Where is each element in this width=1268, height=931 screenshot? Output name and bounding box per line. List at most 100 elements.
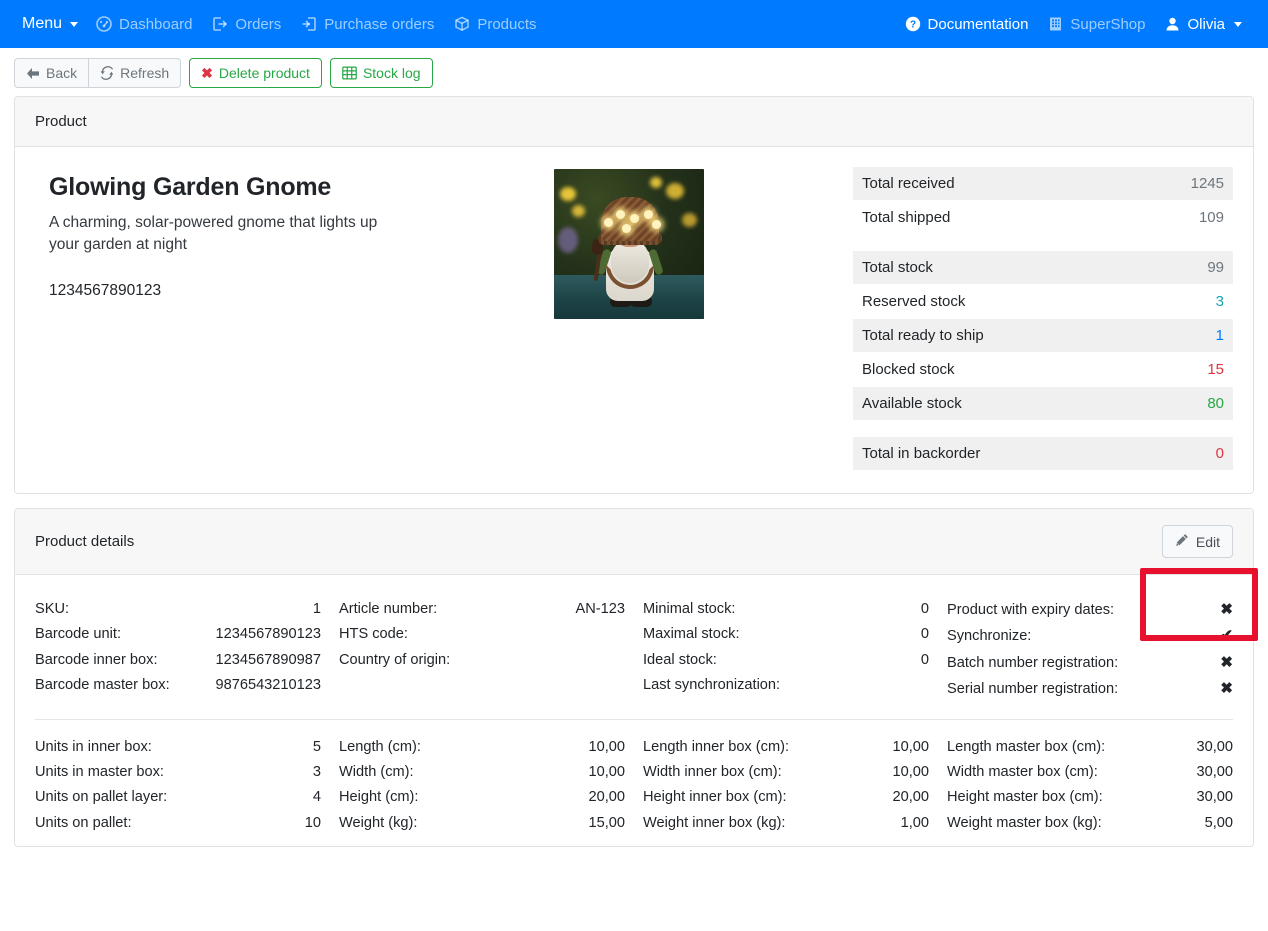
stock-value: 1 [1215, 327, 1224, 344]
detail-value: 5,00 [1204, 814, 1233, 831]
detail-value: 10,00 [588, 764, 625, 781]
stock-log-label: Stock log [362, 65, 421, 81]
nav-label-documentation: Documentation [927, 15, 1029, 33]
stock-log-button[interactable]: Stock log [329, 58, 433, 88]
garden-gnome-photo [553, 169, 704, 319]
detail-value: 10 [304, 814, 321, 831]
nav-label-orders: Orders [235, 15, 282, 33]
detail-value: 9876543210123 [215, 677, 321, 694]
stock-group: Total in backorder 0 [853, 437, 1233, 471]
product-card-header: Product [15, 97, 1253, 147]
product-card-body: Glowing Garden Gnome A charming, solar-p… [15, 147, 1253, 493]
nav-item-user-olivia[interactable]: Olivia [1155, 12, 1252, 37]
details-column-stock-levels: Minimal stock: 0 Maximal stock: 0 Ideal … [643, 597, 929, 703]
building-icon [1048, 16, 1063, 32]
detail-value: 1234567890987 [215, 651, 321, 668]
details-column-flags: Product with expiry dates: ✖ Synchronize… [947, 597, 1233, 703]
detail-row-barcode-unit: Barcode unit: 1234567890123 [35, 622, 321, 647]
back-label: Back [46, 65, 78, 81]
stock-summary-table: Total received 1245 Total shipped 109 To… [853, 167, 1233, 471]
nav-button-group: Back Refresh [14, 58, 182, 88]
stock-row-total-received: Total received 1245 [853, 167, 1233, 201]
stock-value: 99 [1207, 259, 1224, 276]
refresh-button[interactable]: Refresh [88, 58, 182, 88]
detail-value: 10,00 [588, 738, 625, 755]
details-column-article: Article number: AN-123 HTS code: Country… [339, 597, 625, 703]
refresh-icon [100, 66, 114, 80]
detail-value: 0 [920, 626, 929, 643]
action-toolbar: Back Refresh ✖ Delete product Stock log [0, 48, 1268, 96]
product-image[interactable] [553, 169, 704, 319]
details-column-identifiers: SKU: 1 Barcode unit: 1234567890123 Barco… [35, 597, 321, 703]
product-barcode: 1234567890123 [49, 282, 162, 299]
product-title: Glowing Garden Gnome [49, 173, 332, 201]
chevron-down-icon [70, 21, 79, 27]
stock-label: Blocked stock [862, 361, 955, 378]
detail-value: 5 [312, 738, 321, 755]
stock-group-spacer [853, 421, 1233, 437]
cross-icon: ✖ [1220, 680, 1233, 698]
detail-row-length: Length (cm): 10,00 [339, 735, 625, 760]
product-card-title: Product [35, 113, 87, 130]
detail-key: Barcode master box: [35, 677, 170, 694]
detail-row-hts-code: HTS code: [339, 622, 625, 647]
detail-key: Maximal stock: [643, 626, 740, 643]
stock-value: 0 [1215, 445, 1224, 462]
back-button[interactable]: Back [14, 58, 90, 88]
detail-row-batch-number-registration: Batch number registration: ✖ [947, 650, 1233, 676]
detail-key: Last synchronization: [643, 677, 781, 694]
stock-row-total-in-backorder: Total in backorder 0 [853, 437, 1233, 471]
stock-row-total-stock: Total stock 99 [853, 251, 1233, 285]
stock-value: 80 [1207, 395, 1224, 412]
nav-item-supershop[interactable]: SuperShop [1038, 12, 1155, 37]
detail-value: 1 [312, 601, 321, 617]
edit-label: Edit [1195, 533, 1220, 550]
detail-key: Units on pallet layer: [35, 789, 168, 806]
menu-dropdown[interactable]: Menu [16, 11, 86, 37]
edit-button[interactable]: Edit [1161, 525, 1233, 558]
detail-key: Ideal stock: [643, 651, 717, 668]
detail-key: Width (cm): [339, 764, 414, 781]
stock-value: 3 [1215, 293, 1224, 310]
close-x-icon: ✖ [201, 65, 213, 81]
stock-value: 15 [1207, 361, 1224, 378]
nav-item-dashboard[interactable]: Dashboard [86, 12, 202, 37]
svg-text:?: ? [909, 20, 915, 31]
nav-item-documentation[interactable]: ? Documentation [895, 12, 1039, 37]
delete-product-button[interactable]: ✖ Delete product [189, 58, 322, 88]
table-grid-icon [342, 66, 357, 80]
nav-item-products[interactable]: Products [444, 12, 546, 37]
stock-group: Total stock 99 Reserved stock 3 Total re… [853, 251, 1233, 421]
product-description: A charming, solar-powered gnome that lig… [49, 214, 378, 253]
product-summary-row: Glowing Garden Gnome A charming, solar-p… [35, 165, 1233, 471]
detail-row-length-inner-box: Length inner box (cm): 10,00 [643, 735, 929, 760]
detail-key: Barcode unit: [35, 626, 121, 643]
detail-row-article-number: Article number: AN-123 [339, 597, 625, 622]
detail-row-synchronize: Synchronize: ✔ [947, 623, 1233, 649]
detail-value: 0 [920, 601, 929, 617]
user-icon [1165, 16, 1180, 32]
detail-value: 15,00 [588, 814, 625, 831]
detail-key: SKU: [35, 601, 70, 617]
detail-key: Height inner box (cm): [643, 789, 787, 806]
detail-key: Weight inner box (kg): [643, 814, 786, 831]
stock-value: 109 [1198, 209, 1224, 226]
details-grid-top: SKU: 1 Barcode unit: 1234567890123 Barco… [35, 597, 1233, 703]
detail-value: 20,00 [892, 789, 929, 806]
stock-row-reserved-stock: Reserved stock 3 [853, 285, 1233, 319]
details-column-inner-box-dimensions: Length inner box (cm): 10,00 Width inner… [643, 735, 929, 837]
stock-row-available-stock: Available stock 80 [853, 387, 1233, 421]
nav-item-purchase-orders[interactable]: Purchase orders [291, 12, 444, 37]
page-root: Menu Dashboard Orders Purchase orders Pr… [0, 0, 1268, 848]
detail-value: 30,00 [1196, 789, 1233, 806]
detail-key: Weight master box (kg): [947, 814, 1102, 831]
nav-item-orders[interactable]: Orders [202, 12, 291, 37]
details-column-master-box-dimensions: Length master box (cm): 30,00 Width mast… [947, 735, 1233, 837]
dashboard-icon [96, 16, 112, 32]
product-card: Product Glowing Garden Gnome A charming,… [14, 96, 1254, 494]
detail-key: Units on pallet: [35, 814, 132, 831]
detail-key: Units in inner box: [35, 738, 152, 755]
detail-value: 10,00 [892, 764, 929, 781]
cross-icon: ✖ [1220, 601, 1233, 618]
details-divider [35, 718, 1233, 720]
